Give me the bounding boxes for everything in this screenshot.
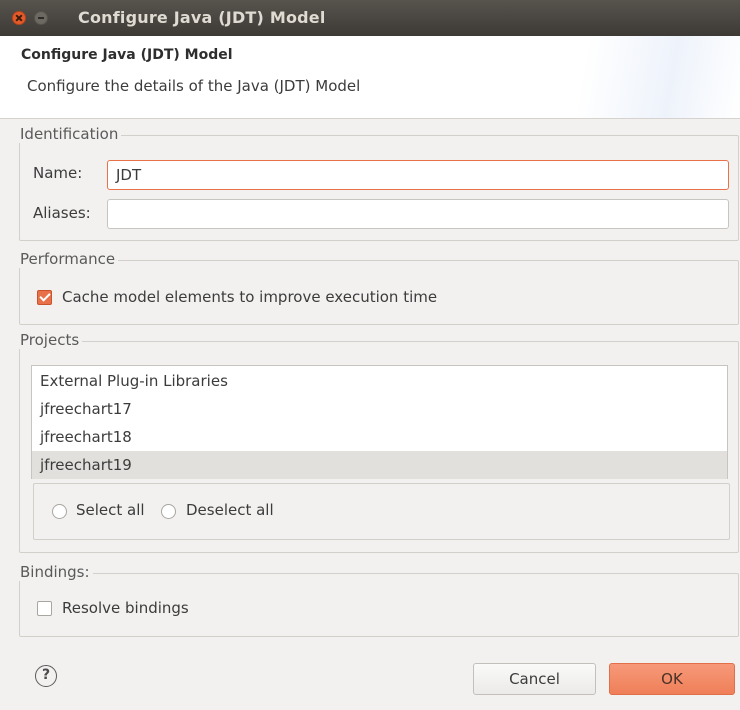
projects-group: Projects External Plug-in Libraries jfre… bbox=[18, 331, 739, 553]
list-item[interactable]: jfreechart19 bbox=[32, 451, 727, 479]
deselect-all-label[interactable]: Deselect all bbox=[186, 501, 274, 519]
bindings-legend: Bindings: bbox=[18, 563, 93, 581]
resolve-bindings-checkbox[interactable] bbox=[37, 601, 52, 616]
projects-legend: Projects bbox=[18, 331, 83, 349]
list-item[interactable]: External Plug-in Libraries bbox=[32, 367, 727, 395]
performance-legend: Performance bbox=[18, 250, 119, 268]
ok-button[interactable]: OK bbox=[609, 663, 735, 695]
list-item[interactable]: jfreechart17 bbox=[32, 395, 727, 423]
list-item[interactable]: jfreechart18 bbox=[32, 423, 727, 451]
dialog-title: Configure Java (JDT) Model bbox=[21, 47, 233, 63]
window-titlebar: Configure Java (JDT) Model bbox=[0, 0, 740, 36]
window-close-icon[interactable] bbox=[12, 11, 26, 25]
cache-checkbox[interactable] bbox=[37, 290, 52, 305]
dialog-description: Configure the details of the Java (JDT) … bbox=[27, 77, 361, 95]
aliases-input[interactable] bbox=[107, 199, 729, 229]
deselect-all-radio[interactable] bbox=[161, 504, 176, 519]
cancel-button[interactable]: Cancel bbox=[473, 663, 596, 695]
window-title: Configure Java (JDT) Model bbox=[78, 8, 326, 27]
dialog-header: Configure Java (JDT) Model Configure the… bbox=[0, 36, 740, 119]
name-input[interactable]: JDT bbox=[107, 160, 729, 190]
projects-list[interactable]: External Plug-in Libraries jfreechart17 … bbox=[31, 365, 728, 479]
help-icon[interactable]: ? bbox=[35, 665, 57, 687]
identification-legend: Identification bbox=[18, 125, 122, 143]
performance-group: Performance Cache model elements to impr… bbox=[18, 250, 739, 325]
window-minimize-icon[interactable] bbox=[34, 11, 48, 25]
select-all-label[interactable]: Select all bbox=[76, 501, 145, 519]
aliases-label: Aliases: bbox=[33, 204, 91, 222]
select-all-radio[interactable] bbox=[52, 504, 67, 519]
identification-group: Identification Name: JDT Aliases: bbox=[18, 125, 739, 241]
resolve-bindings-label[interactable]: Resolve bindings bbox=[62, 599, 189, 617]
bindings-group: Bindings: Resolve bindings bbox=[18, 563, 739, 637]
name-label: Name: bbox=[33, 164, 83, 182]
selection-options: Select all Deselect all bbox=[33, 483, 730, 540]
cache-label[interactable]: Cache model elements to improve executio… bbox=[62, 288, 437, 306]
